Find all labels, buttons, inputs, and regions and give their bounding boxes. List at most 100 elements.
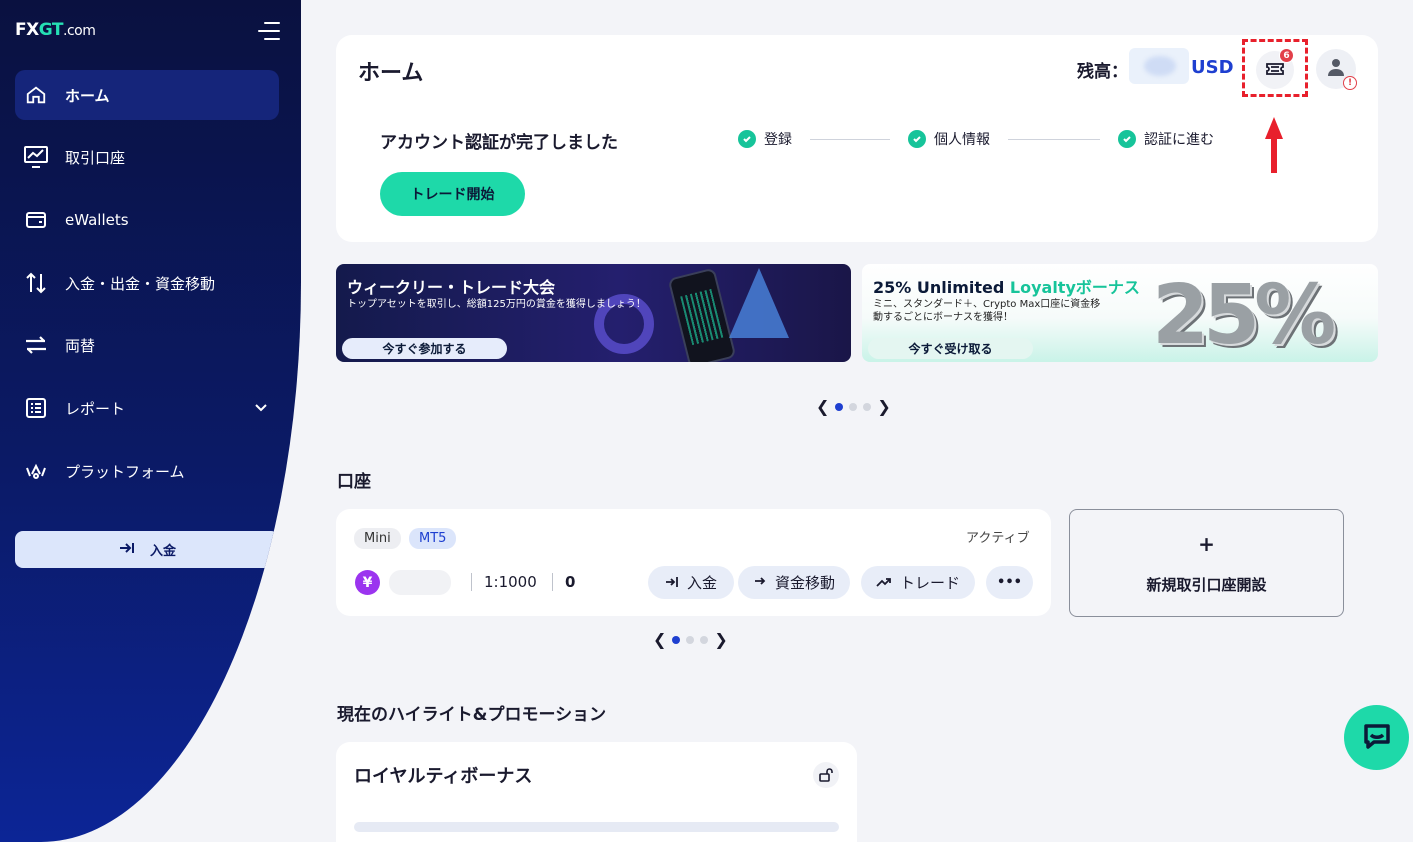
banner-title: ウィークリー・トレード大会 [347, 278, 556, 297]
sidebar-deposit-button[interactable]: 入金 [15, 531, 279, 568]
sidebar-item-label: 取引口座 [65, 148, 126, 167]
banner-subtitle: ミニ、スタンダード＋、Crypto Max口座に資金移 動するごとにボーナスを獲得… [873, 299, 1101, 323]
start-trading-button[interactable]: トレード開始 [380, 172, 525, 216]
sidebar-item-label: レポート [65, 399, 126, 418]
divider [471, 573, 472, 591]
sidebar-item-exchange[interactable]: 両替 [15, 320, 279, 370]
sidebar-item-label: eWallets [65, 211, 129, 229]
divider [552, 573, 553, 591]
new-account-button[interactable]: + 新規取引口座開設 [1069, 509, 1344, 617]
unlock-icon[interactable] [813, 762, 839, 788]
more-icon: ••• [997, 575, 1022, 590]
transfer-arrows-icon [23, 270, 49, 296]
verification-steps: 登録 個人情報 認証に進む [738, 129, 1214, 149]
status-badge: アクティブ [966, 531, 1030, 546]
chevron-left-icon[interactable]: ❮ [816, 397, 829, 416]
trophy-graphic [729, 268, 789, 338]
loyalty-progress-bar [354, 822, 839, 832]
check-icon [908, 130, 926, 148]
weekly-trade-banner[interactable]: ウィークリー・トレード大会 トップアセットを取引し、総額125万円の賞金を獲得し… [336, 264, 851, 362]
report-list-icon [23, 395, 49, 421]
join-now-button[interactable]: 今すぐ参加する [342, 338, 507, 359]
account-transfer-button[interactable]: 資金移動 [738, 566, 850, 599]
warning-icon: ! [1343, 76, 1357, 90]
chevron-right-icon[interactable]: ❯ [714, 630, 727, 649]
sidebar-item-reports[interactable]: レポート [15, 383, 279, 433]
banner-title: 25% Unlimited Loyaltyボーナス [873, 278, 1140, 297]
account-number-hidden [389, 570, 451, 595]
home-icon [23, 82, 49, 108]
promotions-section-title: 現在のハイライト&プロモーション [337, 705, 607, 725]
account-balance: 0 [565, 573, 576, 591]
more-options-button[interactable]: ••• [986, 566, 1033, 599]
plus-icon: + [1198, 532, 1215, 556]
sidebar-item-ewallets[interactable]: eWallets [15, 195, 279, 245]
sidebar-item-platforms[interactable]: プラットフォーム [15, 446, 279, 496]
menu-toggle-icon[interactable] [258, 22, 280, 40]
account-card[interactable]: Mini MT5 アクティブ ¥ 1:1000 0 入金 資金移動 トレード •… [336, 509, 1051, 616]
chart-monitor-icon [23, 144, 49, 170]
sidebar-item-trading-accounts[interactable]: 取引口座 [15, 132, 279, 182]
fxgt-logo[interactable]: FXGT.com [15, 20, 96, 40]
chevron-left-icon[interactable]: ❮ [653, 630, 666, 649]
home-header-card: ホーム 残高： USD 6 ! アカウント認証が完了しました 登録 個人情報 認… [336, 35, 1378, 242]
exchange-icon [23, 332, 49, 358]
phone-graphic [667, 267, 737, 362]
balance-value-hidden [1129, 48, 1189, 84]
user-icon [1326, 57, 1346, 81]
carousel-dot[interactable] [835, 402, 844, 411]
chevron-down-icon[interactable] [253, 400, 269, 420]
carousel-dot[interactable] [686, 635, 695, 644]
check-icon [738, 130, 756, 148]
step-personal-info: 個人情報 [908, 129, 990, 149]
balance-label: 残高： [1077, 62, 1128, 82]
account-deposit-button[interactable]: 入金 [648, 566, 734, 599]
arrow-right-circle-icon [753, 574, 767, 592]
sidebar-item-label: 両替 [65, 336, 96, 355]
claim-now-button[interactable]: 今すぐ受け取る [868, 338, 1033, 359]
sidebar: FXGT.com ホーム 取引口座 eWallets 入金・出金・資金移動 両替 [0, 0, 301, 842]
platform-icon [23, 458, 49, 484]
account-type-badge: Mini [354, 528, 401, 549]
yen-currency-icon: ¥ [355, 570, 380, 595]
check-icon [1118, 130, 1136, 148]
step-divider [1008, 138, 1100, 140]
chevron-right-icon[interactable]: ❯ [877, 397, 890, 416]
account-carousel-nav: ❮ ❯ [653, 630, 728, 649]
step-divider [810, 138, 890, 140]
sidebar-item-home[interactable]: ホーム [15, 70, 279, 120]
sidebar-item-label: 入金・出金・資金移動 [65, 274, 216, 293]
percent-graphic: 25% [1152, 268, 1336, 362]
loyalty-card-title: ロイヤルティボーナス [354, 766, 533, 787]
loyalty-bonus-card[interactable]: ロイヤルティボーナス [336, 742, 857, 842]
loyalty-bonus-banner[interactable]: 25% 25% Unlimited Loyaltyボーナス ミニ、スタンダード＋… [862, 264, 1378, 362]
login-arrow-icon [118, 541, 136, 559]
step-verification: 認証に進む [1118, 129, 1214, 149]
sidebar-item-label: プラットフォーム [65, 462, 185, 481]
ticket-icon [1266, 61, 1284, 80]
login-arrow-icon [665, 574, 679, 592]
sidebar-item-funds[interactable]: 入金・出金・資金移動 [15, 258, 279, 308]
balance-currency: USD [1191, 57, 1234, 78]
platform-badge: MT5 [409, 528, 457, 549]
page-title: ホーム [358, 61, 424, 86]
carousel-dot[interactable] [672, 635, 681, 644]
trend-up-icon [876, 574, 892, 592]
carousel-dot[interactable] [700, 635, 709, 644]
carousel-dot[interactable] [863, 402, 872, 411]
banner-subtitle: トップアセットを取引し、総額125万円の賞金を獲得しましょう！ [347, 299, 646, 310]
carousel-dot[interactable] [849, 402, 858, 411]
new-account-label: 新規取引口座開設 [1146, 576, 1267, 594]
wallet-icon [23, 207, 49, 233]
sidebar-item-label: ホーム [65, 86, 110, 105]
step-registration: 登録 [738, 129, 792, 149]
verification-title: アカウント認証が完了しました [380, 133, 618, 153]
live-chat-button[interactable] [1344, 705, 1409, 770]
banner-carousel-nav: ❮ ❯ [816, 397, 891, 416]
accounts-section-title: 口座 [337, 472, 371, 492]
account-trade-button[interactable]: トレード [861, 566, 975, 599]
notification-badge: 6 [1279, 48, 1294, 63]
annotation-arrow-icon [1263, 115, 1285, 177]
leverage-value: 1:1000 [484, 573, 537, 591]
chat-bubble-icon [1360, 719, 1394, 757]
